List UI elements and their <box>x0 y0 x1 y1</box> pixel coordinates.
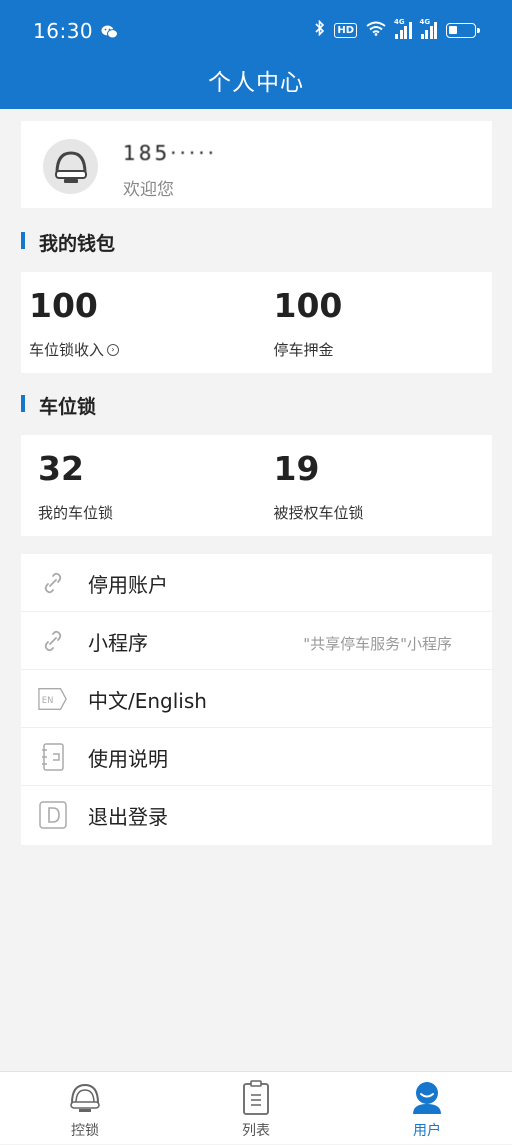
deposit-stat[interactable]: 100 停车押金 <box>257 272 493 373</box>
income-value: 100 <box>29 286 98 325</box>
my-locks-stat[interactable]: 32 我的车位锁 <box>21 435 257 536</box>
wallet-section-title: 我的钱包 <box>21 229 115 256</box>
menu-item-instructions[interactable]: 使用说明 <box>21 728 492 786</box>
bluetooth-icon <box>315 19 325 40</box>
authorized-locks-value: 19 <box>273 449 320 488</box>
language-icon: EN <box>38 685 68 713</box>
signal-icon: 4G <box>394 18 412 39</box>
tab-lock-control[interactable]: 控锁 <box>0 1072 170 1145</box>
settings-menu: 停用账户 小程序 "共享停车服务"小程序 EN 中文/English 使用说明 <box>21 554 492 845</box>
logout-icon <box>38 801 68 829</box>
wechat-icon <box>101 24 118 43</box>
menu-item-language[interactable]: EN 中文/English <box>21 670 492 728</box>
lock-control-icon <box>67 1080 103 1116</box>
battery-icon <box>446 22 480 38</box>
menu-item-deactivate[interactable]: 停用账户 <box>21 554 492 612</box>
wallet-card: 100 车位锁收入 › 100 停车押金 <box>21 272 492 373</box>
list-icon <box>238 1080 274 1116</box>
miniprogram-name: "共享停车服务"小程序 <box>303 635 452 653</box>
status-time: 16:30 <box>33 19 94 43</box>
authorized-locks-stat[interactable]: 19 被授权车位锁 <box>257 435 493 536</box>
tab-user[interactable]: 用户 <box>342 1072 512 1145</box>
svg-text:EN: EN <box>42 695 54 705</box>
locks-card: 32 我的车位锁 19 被授权车位锁 <box>21 435 492 536</box>
authorized-locks-label: 被授权车位锁 <box>273 504 364 522</box>
income-stat[interactable]: 100 车位锁收入 › <box>21 272 257 373</box>
page-title: 个人中心 <box>208 70 304 96</box>
menu-label-deactivate: 停用账户 <box>88 573 168 597</box>
menu-item-logout[interactable]: 退出登录 <box>21 786 492 844</box>
my-locks-label: 我的车位锁 <box>38 504 114 522</box>
profile-card[interactable]: 185····· 欢迎您 <box>21 121 492 208</box>
user-phone: 185····· <box>123 141 217 165</box>
notebook-icon <box>38 743 68 771</box>
link-icon <box>38 627 68 655</box>
menu-item-miniprogram[interactable]: 小程序 "共享停车服务"小程序 <box>21 612 492 670</box>
status-icons: HD 4G 4G <box>315 18 480 40</box>
avatar[interactable] <box>43 139 98 194</box>
menu-label-logout: 退出登录 <box>88 805 168 829</box>
link-icon <box>38 569 68 597</box>
tab-list[interactable]: 列表 <box>171 1072 341 1145</box>
tab-label-list: 列表 <box>242 1123 270 1139</box>
deposit-label: 停车押金 <box>273 341 334 359</box>
menu-label-instructions: 使用说明 <box>88 747 168 771</box>
chevron-right-icon: › <box>107 343 120 356</box>
user-icon <box>409 1080 445 1116</box>
hd-badge: HD <box>334 22 357 38</box>
my-locks-value: 32 <box>38 449 84 488</box>
tab-label-user: 用户 <box>413 1123 441 1139</box>
income-label: 车位锁收入 › <box>29 339 120 360</box>
bottom-tab-bar: 控锁 列表 用户 <box>0 1071 512 1144</box>
signal-icon: 4G <box>420 18 437 39</box>
header: 16:30 HD 4G 4G 个人中心 <box>0 0 512 109</box>
menu-label-miniprogram: 小程序 <box>88 631 148 655</box>
income-label-text: 车位锁收入 <box>29 341 105 359</box>
menu-label-language: 中文/English <box>88 689 207 713</box>
tab-label-lock-control: 控锁 <box>71 1123 99 1139</box>
welcome-text: 欢迎您 <box>123 180 174 200</box>
deposit-value: 100 <box>273 286 343 325</box>
locks-section-title: 车位锁 <box>21 392 96 419</box>
wifi-icon <box>366 21 386 40</box>
